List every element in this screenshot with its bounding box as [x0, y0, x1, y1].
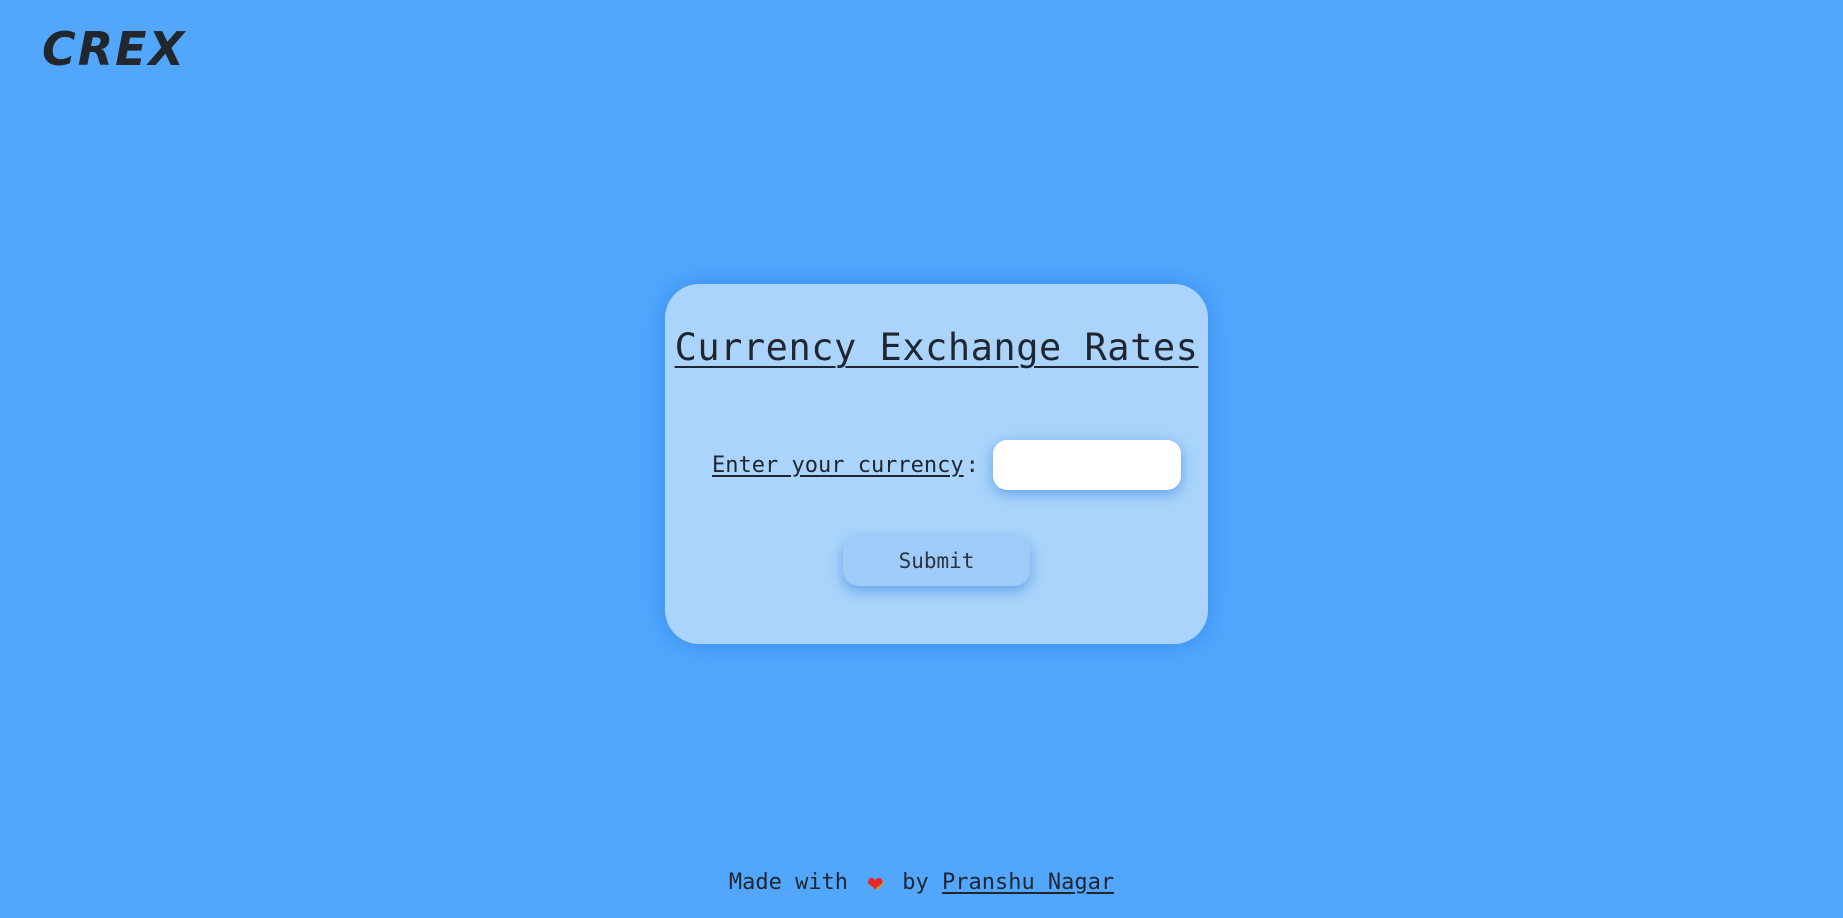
label-colon: :	[965, 452, 979, 478]
heart-icon: ❤	[867, 868, 883, 898]
footer: Made with ❤ by Pranshu Nagar	[0, 868, 1843, 898]
currency-label: Enter your currency	[712, 452, 964, 478]
logo: CREX	[42, 22, 187, 76]
submit-button[interactable]: Submit	[843, 536, 1030, 586]
currency-card: Currency Exchange Rates Enter your curre…	[665, 284, 1208, 644]
author-link[interactable]: Pranshu Nagar	[942, 870, 1114, 895]
currency-input[interactable]	[992, 440, 1181, 490]
footer-made-with: Made with	[728, 870, 849, 895]
card-title: Currency Exchange Rates	[674, 326, 1199, 369]
currency-form-row: Enter your currency :	[712, 440, 1181, 490]
footer-by: by	[902, 870, 929, 895]
